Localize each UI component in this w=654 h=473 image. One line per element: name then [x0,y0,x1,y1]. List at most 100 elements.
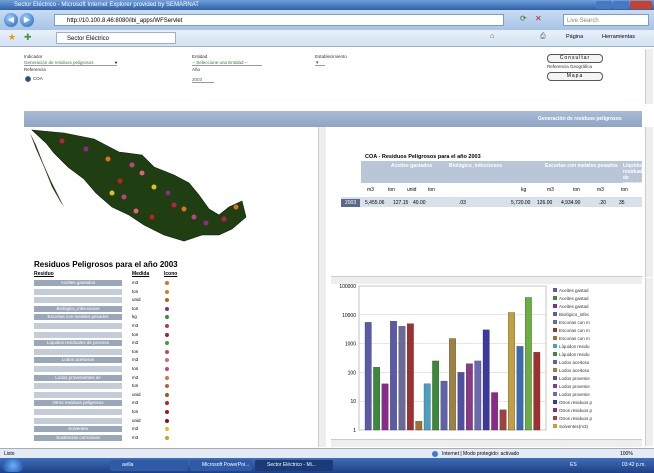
chart-hscroll[interactable] [331,439,642,447]
legend-unit: m3 [132,280,139,285]
mexico-map[interactable] [24,127,324,257]
legend-marker-icon [165,427,169,432]
legend-unit: m3 [132,374,139,380]
chart-bar [406,323,414,431]
table-year-cell: 2003 [341,199,361,207]
legend-marker-icon [165,289,169,294]
legend-unit: m3 [132,323,139,328]
table-data-row [341,197,642,207]
referencia-label: Referencia [24,67,46,72]
chart-legend-swatch [553,344,557,348]
search-input[interactable]: Live Search [563,14,649,26]
legend-row: unid [34,417,234,426]
tools-menu[interactable]: Herramientas [602,34,635,40]
favorites-star-icon[interactable]: ★ [8,32,16,43]
chart-legend-swatch [553,368,557,372]
chart-legend-label: Escorias con m [559,320,590,325]
legend-marker-icon [165,392,169,397]
table-unit-cell: kg [521,187,527,193]
indicador-select[interactable]: Generación de residuos peligrosos [24,60,117,66]
add-favorite-icon[interactable]: ✚ [24,32,32,43]
legend-marker-icon [165,358,169,363]
legend-residuo-name: Biológico_infecciosos [34,305,122,312]
legend-unit: m3 [132,426,139,432]
legend-marker-icon [165,306,169,311]
legend-unit: ton [132,348,139,354]
refresh-icon[interactable]: ⟳ [520,14,527,23]
close-button[interactable] [630,1,652,9]
taskbar-item-powerpoint[interactable]: Microsoft PowerPoi... [190,460,252,471]
top-scrollbar[interactable] [645,49,653,104]
home-icon[interactable]: ⌂ [490,33,494,40]
legend-residuo-name [34,383,122,390]
entidad-select[interactable]: -- Seleccione una Entidad -- [192,60,262,66]
section-header-band: Generación de residuos peligrosos [24,111,642,127]
chart-legend-label: Lodos aceitoso [559,368,590,373]
chart-legend-label: Otros residuos p [559,408,593,413]
mapa-button[interactable]: Mapa [547,72,603,81]
chart-bar [432,360,440,431]
legend-marker-icon [165,375,169,380]
clock: 03:42 p.m. [622,462,646,468]
legend-marker-icon [165,332,169,337]
minimize-button[interactable] [596,1,612,9]
legend-marker-icon [165,341,169,346]
legend-residuo-name [34,409,122,415]
taskbar-item-sector-electrico[interactable]: Sector Eléctrico - Mi... [255,460,333,471]
taskbar-item-avilla[interactable]: avilla [110,460,188,471]
page-menu[interactable]: Página [566,34,583,40]
legend-unit: ton [132,305,139,311]
legend-residuo-name: Aceites gastados [34,280,122,286]
establecimiento-select[interactable]: ▼ [315,60,325,66]
chart-bar [508,312,515,431]
table-vscroll[interactable] [645,127,653,277]
legend-row: Aceites gastados m3 [34,280,234,288]
legend-row: ton [34,383,234,391]
chart-legend-swatch [553,360,557,364]
tab-sector-electrico[interactable]: Sector Eléctrico [56,32,176,44]
chart-bar [423,383,431,431]
chart-y-tick-label: 1000 [345,342,356,348]
url-input[interactable]: http://10.100.8.46:8080/ibi_apps/WFServl… [54,14,504,26]
legend-residuo-name [34,366,122,372]
table-unit-cell: ton [428,187,435,193]
chart-legend-label: Aceites gastad [559,288,589,293]
start-button[interactable] [2,459,24,472]
legend-panel: Residuos Peligrosos para el año 2003 Res… [24,260,324,448]
legend-marker-icon [165,349,169,354]
legend-unit: m3 [132,357,139,363]
legend-unit: m3 [132,340,139,346]
legend-residuo-name [34,331,122,338]
anio-select[interactable]: 2003 [192,77,214,83]
chart-y-tick-label: 100 [348,370,357,376]
coa-radio[interactable] [25,76,31,82]
print-icon[interactable]: ⎙ [540,33,546,41]
chart-legend-label: Líquidos residu [559,352,590,357]
chart-legend-swatch [553,296,557,300]
entidad-label: Entidad [192,54,208,59]
table-unit-cell: ton [621,187,628,193]
maximize-button[interactable] [613,1,629,9]
chart-bar [482,329,490,431]
table-unit-cell: m3 [597,187,604,193]
chart-legend-label: Otros residuos p [559,400,593,405]
chart-legend-swatch [553,424,557,428]
chart-legend-swatch [553,384,557,388]
back-button[interactable]: ◀ [4,13,18,27]
forward-button[interactable]: ▶ [20,13,34,27]
chart-bar [524,297,532,431]
chart-vscroll[interactable] [645,278,653,446]
consultar-button[interactable]: Consultar [547,54,603,63]
language-indicator[interactable]: ES [570,462,577,468]
chart-legend-label: Aceites gastad [559,304,589,309]
chart-legend-label: Líquidos residu [559,344,590,349]
stop-icon[interactable]: ✕ [535,14,542,23]
table-unit-cell: unid [407,187,417,193]
legend-row: Lodos aceitosos m3 [34,357,234,365]
table-group-biologico: Biológico_infecciosos [449,163,503,169]
chart-bar [415,421,423,431]
chart-bar [364,322,372,431]
legend-row: ton [34,409,234,417]
chart-bar [390,321,397,431]
legend-marker-icon [165,315,169,320]
